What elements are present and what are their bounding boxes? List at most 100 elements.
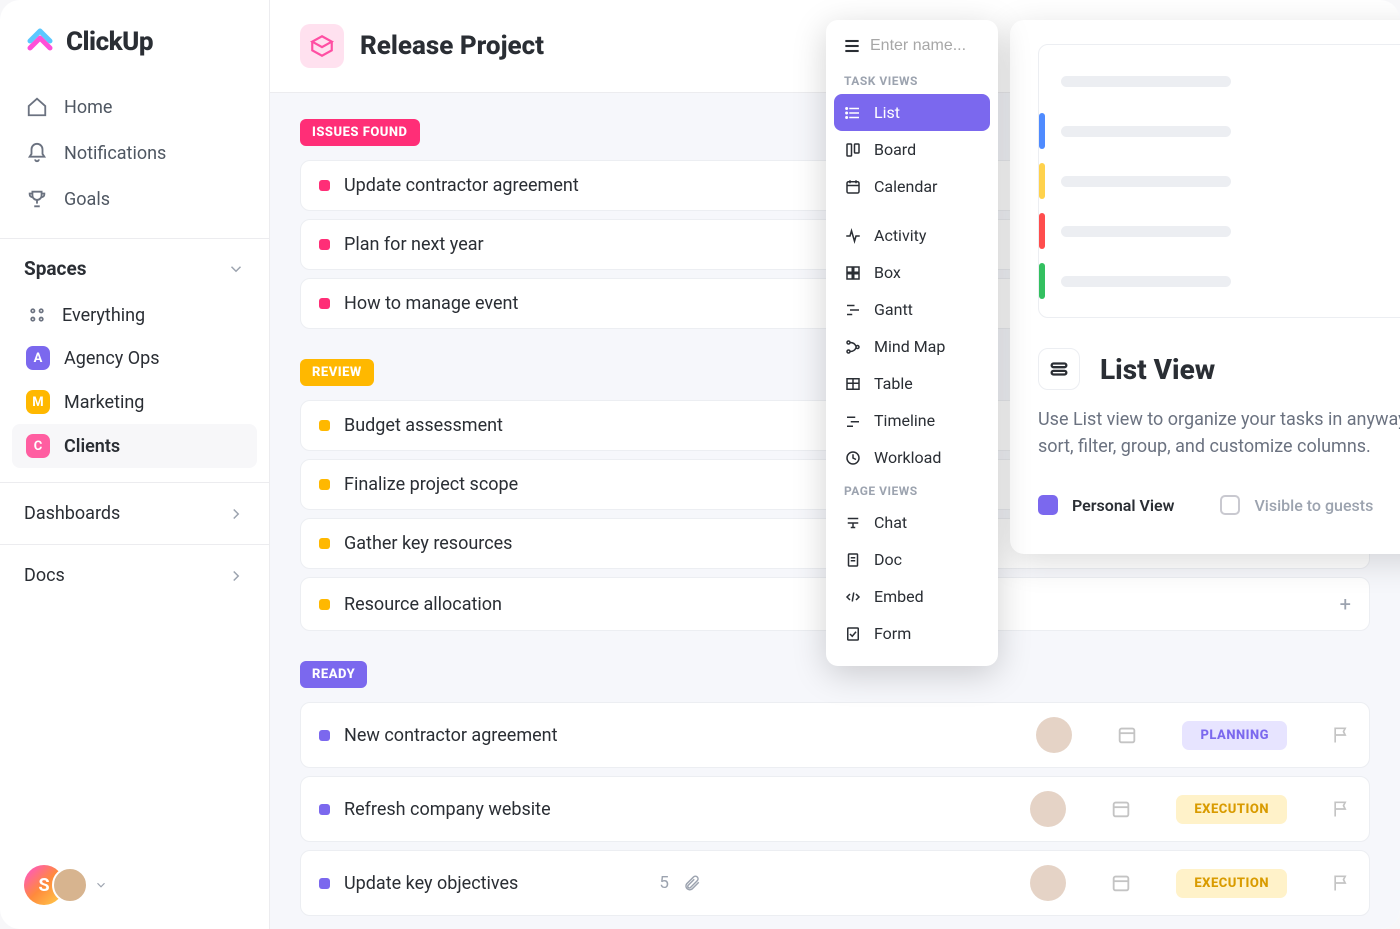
view-option-timeline[interactable]: Timeline (834, 402, 990, 439)
nav-goals[interactable]: Goals (12, 176, 257, 222)
task-row[interactable]: Refresh company website EXECUTION (300, 776, 1370, 842)
assignee-avatar[interactable] (1030, 791, 1066, 827)
view-option-label: Calendar (874, 177, 937, 196)
calendar-icon (844, 178, 862, 196)
view-option-label: Embed (874, 587, 924, 606)
spaces-title: Spaces (24, 257, 86, 280)
chevron-down-icon (227, 260, 245, 278)
view-option-board[interactable]: Board (834, 131, 990, 168)
visible-guests-checkbox[interactable] (1220, 495, 1240, 515)
flag-icon[interactable] (1331, 799, 1351, 819)
status-tag[interactable]: EXECUTION (1176, 869, 1287, 898)
view-name-input-row (834, 32, 990, 66)
view-option-doc[interactable]: Doc (834, 541, 990, 578)
status-tag[interactable]: PLANNING (1182, 721, 1287, 750)
main: Release Project ISSUES FOUND Update cont… (270, 0, 1400, 929)
status-square (319, 180, 330, 191)
nav-main: Home Notifications Goals (0, 78, 269, 238)
view-option-mind-map[interactable]: Mind Map (834, 328, 990, 365)
task-row[interactable]: Update key objectives5 EXECUTION (300, 850, 1370, 916)
avatar: S (24, 861, 82, 909)
status-square (319, 479, 330, 490)
view-option-label: Gantt (874, 300, 913, 319)
list-view-icon (1038, 348, 1080, 390)
view-option-activity[interactable]: Activity (834, 217, 990, 254)
workspace-switcher[interactable]: S (0, 841, 269, 929)
assignee-avatar[interactable] (1030, 865, 1066, 901)
space-label: Everything (62, 305, 145, 326)
visible-guests-label: Visible to guests (1254, 496, 1373, 515)
status-square (319, 599, 330, 610)
status-square (319, 730, 330, 741)
dashboards-link[interactable]: Dashboards (0, 482, 269, 544)
calendar-icon[interactable] (1110, 798, 1132, 820)
nav-label: Notifications (64, 143, 166, 164)
status-square (319, 878, 330, 889)
status-square (319, 538, 330, 549)
chevron-right-icon (227, 567, 245, 585)
status-square (319, 804, 330, 815)
view-dropdown: TASK VIEWS ListBoardCalendarActivityBoxG… (826, 20, 998, 666)
form-icon (844, 625, 862, 643)
group-chip[interactable]: REVIEW (300, 359, 374, 386)
view-option-gantt[interactable]: Gantt (834, 291, 990, 328)
status-tag[interactable]: EXECUTION (1176, 795, 1287, 824)
assignee-avatar[interactable] (1036, 717, 1072, 753)
nav-label: Goals (64, 189, 110, 210)
nav-home[interactable]: Home (12, 84, 257, 130)
space-everything[interactable]: Everything (12, 294, 257, 336)
spaces-header[interactable]: Spaces (0, 238, 269, 290)
task-row[interactable]: New contractor agreement PLANNING (300, 702, 1370, 768)
space-agency-ops[interactable]: A Agency Ops (12, 336, 257, 380)
doc-icon (844, 551, 862, 569)
logo[interactable]: ClickUp (0, 0, 269, 78)
list-icon (842, 36, 862, 56)
space-label: Marketing (64, 392, 144, 413)
view-option-form[interactable]: Form (834, 615, 990, 652)
space-label: Clients (64, 436, 120, 457)
flag-icon[interactable] (1331, 725, 1351, 745)
view-option-table[interactable]: Table (834, 365, 990, 402)
flag-icon[interactable] (1331, 873, 1351, 893)
preview-description: Use List view to organize your tasks in … (1038, 406, 1400, 460)
page-title: Release Project (360, 31, 544, 61)
space-badge: M (26, 390, 50, 414)
embed-icon (844, 588, 862, 606)
space-marketing[interactable]: M Marketing (12, 380, 257, 424)
view-option-calendar[interactable]: Calendar (834, 168, 990, 205)
chat-icon (844, 514, 862, 532)
status-square (319, 239, 330, 250)
activity-icon (844, 227, 862, 245)
view-option-embed[interactable]: Embed (834, 578, 990, 615)
personal-view-label: Personal View (1072, 496, 1174, 515)
view-option-label: Form (874, 624, 911, 643)
group-chip[interactable]: READY (300, 661, 367, 688)
task-title: Refresh company website (344, 799, 673, 820)
grid-icon (26, 304, 48, 326)
status-square (319, 298, 330, 309)
mindmap-icon (844, 338, 862, 356)
nav-notifications[interactable]: Notifications (12, 130, 257, 176)
personal-view-checkbox[interactable] (1038, 495, 1058, 515)
user-avatar (52, 867, 88, 903)
attachment-icon (683, 874, 701, 892)
plus-icon[interactable]: + (1340, 592, 1351, 616)
preview-title: List View (1100, 353, 1215, 386)
view-option-box[interactable]: Box (834, 254, 990, 291)
space-clients[interactable]: C Clients (12, 424, 257, 468)
group-chip[interactable]: ISSUES FOUND (300, 119, 420, 146)
view-option-label: Board (874, 140, 916, 159)
brand-name: ClickUp (66, 27, 153, 57)
space-list: Everything A Agency Ops M Marketing C Cl… (0, 290, 269, 482)
view-option-workload[interactable]: Workload (834, 439, 990, 476)
view-name-input[interactable] (870, 37, 982, 55)
chevron-right-icon (227, 505, 245, 523)
calendar-icon[interactable] (1116, 724, 1138, 746)
view-option-chat[interactable]: Chat (834, 504, 990, 541)
view-option-label: Doc (874, 550, 902, 569)
docs-link[interactable]: Docs (0, 544, 269, 606)
project-icon (300, 24, 344, 68)
view-option-list[interactable]: List (834, 94, 990, 131)
calendar-icon[interactable] (1110, 872, 1132, 894)
view-option-label: Timeline (874, 411, 935, 430)
